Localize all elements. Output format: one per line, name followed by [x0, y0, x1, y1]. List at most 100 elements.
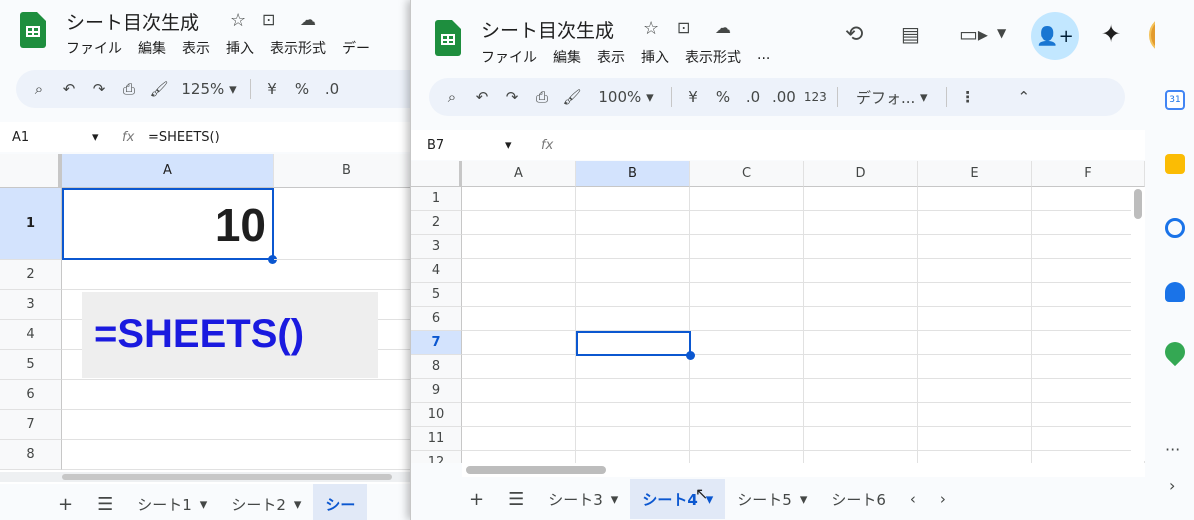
row-header-5[interactable]: 5 [411, 283, 462, 307]
menu-insert[interactable]: 挿入 [226, 38, 254, 58]
menu-file[interactable]: ファイル [481, 47, 537, 67]
row-7-cells[interactable] [62, 410, 420, 440]
grid-cell[interactable] [918, 283, 1032, 307]
scroll-tabs-right-icon[interactable]: › [928, 479, 958, 519]
expand-panel-icon[interactable]: › [1169, 476, 1175, 495]
grid-cell[interactable] [1032, 259, 1145, 283]
row-header-9[interactable]: 9 [411, 379, 462, 403]
grid-cell[interactable] [690, 427, 804, 451]
tab-sheet1[interactable]: シート1 ▾ [125, 484, 219, 520]
tab-sheet2[interactable]: シート2 ▾ [219, 484, 313, 520]
menu-view[interactable]: 表示 [182, 38, 210, 58]
grid-cell[interactable] [804, 331, 918, 355]
add-sheet-icon[interactable]: + [411, 479, 496, 519]
all-sheets-icon[interactable]: ☰ [85, 484, 125, 520]
grid-cell[interactable] [1032, 187, 1145, 211]
more-options-icon[interactable]: ⋮ [953, 82, 983, 112]
grid-cell[interactable] [690, 307, 804, 331]
print-icon[interactable]: ⎙ [527, 82, 557, 112]
zoom-select[interactable]: 125% ▾ [174, 74, 244, 104]
more-icon[interactable]: ··· [1165, 440, 1180, 459]
grid-cell[interactable] [690, 235, 804, 259]
grid-cell[interactable] [918, 403, 1032, 427]
row-header-3[interactable]: 3 [0, 290, 62, 320]
grid-cell[interactable] [576, 427, 690, 451]
row-header-7[interactable]: 7 [0, 410, 62, 440]
grid-cell[interactable] [690, 331, 804, 355]
column-header-d[interactable]: D [804, 161, 918, 187]
column-header-a[interactable]: A [62, 154, 274, 188]
row-header-1[interactable]: 1 [411, 187, 462, 211]
corner-cell[interactable] [0, 154, 62, 188]
grid-cell[interactable] [804, 379, 918, 403]
grid-cell[interactable] [918, 187, 1032, 211]
undo-icon[interactable]: ↶ [467, 82, 497, 112]
row-header-6[interactable]: 6 [0, 380, 62, 410]
decrease-decimal-button[interactable]: .0 [317, 74, 347, 104]
menu-view[interactable]: 表示 [597, 47, 625, 67]
menu-data[interactable]: デー [342, 38, 370, 58]
column-header-a[interactable]: A [462, 161, 576, 187]
percent-button[interactable]: % [287, 74, 317, 104]
menu-file[interactable]: ファイル [66, 38, 122, 58]
redo-icon[interactable]: ↷ [497, 82, 527, 112]
grid-cell[interactable] [462, 331, 576, 355]
grid-cell[interactable] [690, 355, 804, 379]
row-header-5[interactable]: 5 [0, 350, 62, 380]
grid-cell[interactable] [576, 403, 690, 427]
sheets-logo[interactable] [435, 20, 461, 56]
menu-edit[interactable]: 編集 [138, 38, 166, 58]
add-sheet-icon[interactable]: + [0, 484, 85, 520]
currency-button[interactable]: ¥ [678, 82, 708, 112]
row-8-cells[interactable] [62, 440, 420, 470]
grid-cell[interactable] [462, 187, 576, 211]
column-header-e[interactable]: E [918, 161, 1032, 187]
grid-cell[interactable] [804, 235, 918, 259]
grid-cell[interactable] [462, 307, 576, 331]
grid-cell[interactable] [804, 283, 918, 307]
grid-cell[interactable] [690, 403, 804, 427]
grid-cell[interactable] [690, 187, 804, 211]
grid-cell[interactable] [576, 187, 690, 211]
grid-cell[interactable] [576, 211, 690, 235]
search-icon[interactable]: ⌕ [24, 74, 54, 104]
row-header-4[interactable]: 4 [0, 320, 62, 350]
grid-cell[interactable] [804, 211, 918, 235]
sheets-logo[interactable] [20, 12, 46, 48]
row-header-4[interactable]: 4 [411, 259, 462, 283]
tab-sheet5[interactable]: シート5 ▾ [725, 479, 819, 519]
grid-cell[interactable] [462, 355, 576, 379]
cell-a1[interactable]: 10 [62, 188, 274, 260]
currency-button[interactable]: ¥ [257, 74, 287, 104]
grid-cell[interactable] [462, 403, 576, 427]
paint-format-icon[interactable]: 🖌 [144, 74, 174, 104]
grid-cell[interactable] [1032, 331, 1145, 355]
grid-cell[interactable] [918, 451, 1032, 463]
row-header-8[interactable]: 8 [0, 440, 62, 470]
all-sheets-icon[interactable]: ☰ [496, 479, 536, 519]
row-2-cells[interactable] [62, 260, 420, 290]
doc-title[interactable]: シート目次生成 [66, 8, 199, 35]
grid-cell[interactable] [576, 259, 690, 283]
grid-cell[interactable] [576, 283, 690, 307]
formula-input[interactable]: =SHEETS() [148, 130, 220, 145]
grid-cell[interactable] [918, 379, 1032, 403]
print-icon[interactable]: ⎙ [114, 74, 144, 104]
tasks-icon[interactable] [1165, 218, 1185, 238]
row-header-11[interactable]: 11 [411, 427, 462, 451]
column-header-b[interactable]: B [576, 161, 690, 187]
tab-sheet3[interactable]: シート3 ▾ [536, 479, 630, 519]
cell-b1[interactable] [274, 188, 420, 260]
grid-cell[interactable] [576, 307, 690, 331]
name-box[interactable]: B7 [411, 138, 505, 153]
grid-cell[interactable] [462, 283, 576, 307]
row-header-7[interactable]: 7 [411, 331, 462, 355]
row-header-2[interactable]: 2 [411, 211, 462, 235]
grid-cell[interactable] [576, 355, 690, 379]
grid-cell[interactable] [1032, 283, 1145, 307]
number-format-button[interactable]: 123 [800, 82, 831, 112]
grid-cell[interactable] [1032, 235, 1145, 259]
grid-cell[interactable] [804, 187, 918, 211]
menu-format[interactable]: 表示形式 [685, 47, 741, 67]
corner-cell[interactable] [411, 161, 462, 187]
